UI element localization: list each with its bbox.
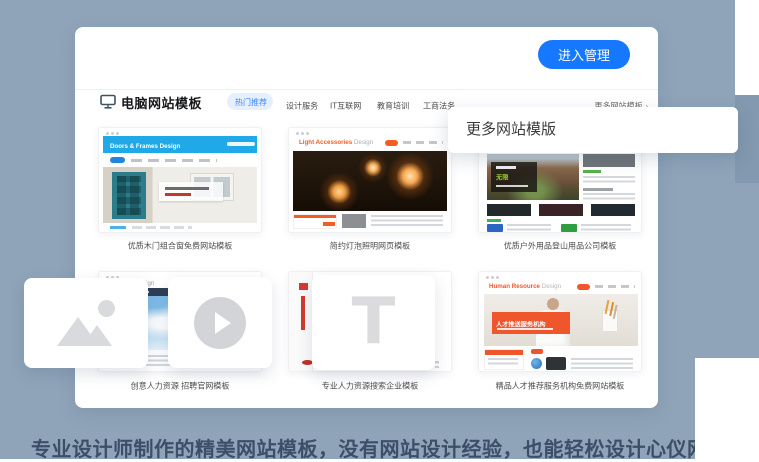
outdoor-gray-heading <box>583 188 613 191</box>
lighting-nav-links-placeholder <box>403 141 443 144</box>
background-corner-top-right <box>735 0 759 95</box>
tab-it-internet[interactable]: IT互联网 <box>330 100 361 111</box>
more-templates-popover[interactable]: 更多网站模版 <box>448 107 738 153</box>
hr-premium-text-lines <box>571 358 633 369</box>
tab-education[interactable]: 教育培训 <box>377 100 409 111</box>
pencil-cup-graphic <box>602 310 618 332</box>
lighting-sidebar-placeholder <box>293 214 337 229</box>
canyon-photo: 无限 <box>487 154 579 200</box>
background-corner-bottom-right <box>695 358 759 459</box>
template-caption: 优质户外用品登山用品公司模板 <box>475 240 645 251</box>
canyon-text-overlay: 无限 <box>491 162 537 192</box>
sun-circle <box>98 300 115 317</box>
hr-search-sidebar <box>289 272 313 372</box>
hr-premium-orange-tab <box>531 349 543 354</box>
lighting-brand-name: Light Accessories <box>299 139 352 146</box>
section-title: 电脑网站模板 <box>121 93 202 112</box>
outdoor-thumbnail-row <box>487 204 635 216</box>
hr-premium-sidebar <box>484 349 524 370</box>
hr-premium-nav-pill <box>577 284 590 290</box>
outdoor-green-label <box>487 219 501 222</box>
header-divider <box>75 89 658 90</box>
lighting-nav-pill <box>385 140 398 146</box>
hr-premium-brand-name: Human Resource <box>489 283 540 290</box>
doors-brand: Doors & Frames Design <box>110 141 180 152</box>
teal-door-graphic <box>112 172 146 219</box>
outdoor-list-thumb-green <box>561 224 577 232</box>
template-caption: 专业人力资源搜索企业模板 <box>285 380 455 391</box>
overlay-text-line <box>496 166 516 169</box>
hr-photo-text-overlay: 人才推送服务机构 <box>492 312 570 334</box>
overlay-highlight-text: 无限 <box>496 172 508 181</box>
lighting-brand-suffix: Design <box>354 139 373 146</box>
video-placeholder-card[interactable] <box>168 277 272 368</box>
overlay-text-line <box>496 185 528 187</box>
doors-nav-links-placeholder <box>131 159 217 162</box>
template-caption: 简约灯泡照明网页模板 <box>285 240 455 251</box>
background-accent-square <box>735 95 759 183</box>
template-card-doors[interactable]: Doors & Frames Design <box>98 127 262 233</box>
hr-premium-nav-links-placeholder <box>595 285 635 288</box>
lightbulb-photo <box>293 151 447 211</box>
doors-photo-text-overlay <box>159 182 223 201</box>
hr-search-red-strip <box>301 296 305 330</box>
enter-management-button[interactable]: 进入管理 <box>538 40 630 69</box>
outdoor-list-thumb-blue <box>487 224 503 232</box>
outdoor-list-text <box>581 224 631 232</box>
outdoor-green-heading <box>583 170 601 173</box>
template-caption: 优质木门组合窗免费网站模板 <box>95 240 265 251</box>
template-card-lighting[interactable]: Light Accessories Design <box>288 127 452 233</box>
window-dots-icon <box>486 276 489 279</box>
image-icon <box>57 300 115 346</box>
doors-photo <box>103 167 257 223</box>
template-caption: 精品人才推荐服务机构免费网站模板 <box>475 380 645 391</box>
popover-label: 更多网站模版 <box>466 107 556 153</box>
outdoor-text-lines <box>583 176 635 185</box>
marketing-headline: 专业设计师制作的精美网站模板，没有网站设计经验，也能轻松设计心仪网站 <box>0 433 759 462</box>
hr-overlay-title: 人才推送服务机构 <box>496 319 546 328</box>
text-placeholder-card[interactable]: T <box>312 275 435 370</box>
template-caption: 创意人力资源 招聘官网模板 <box>95 380 265 391</box>
hr-premium-brand-suffix: Design <box>542 283 561 290</box>
outdoor-list-text <box>507 224 551 232</box>
lighting-brand: Light Accessories Design <box>299 139 373 146</box>
text-icon: T <box>312 275 435 370</box>
hr-search-red-logo <box>299 283 308 290</box>
lighting-text-lines-placeholder <box>371 215 443 227</box>
hr-premium-brand: Human Resource Design <box>489 283 561 290</box>
doors-nav-pill <box>110 157 125 163</box>
play-icon <box>194 297 246 349</box>
tab-design-service[interactable]: 设计服务 <box>286 100 318 111</box>
tab-hot-recommend[interactable]: 热门推荐 <box>227 93 273 110</box>
window-dots-icon <box>296 132 299 135</box>
office-photo: 人才推送服务机构 <box>484 294 638 346</box>
doors-footer-lines <box>110 226 126 229</box>
globe-icon <box>531 358 542 369</box>
image-placeholder-card[interactable] <box>24 278 148 368</box>
lighting-thumb-placeholder <box>342 214 366 228</box>
mountain-shape <box>82 325 112 346</box>
computer-monitor-icon <box>100 94 116 109</box>
template-card-hr-premium[interactable]: Human Resource Design 人才推送服务机构 <box>478 271 642 372</box>
phone-number-placeholder <box>227 142 255 146</box>
hr-premium-thumb <box>546 357 566 370</box>
tab-label: 热门推荐 <box>235 97 267 108</box>
window-dots-icon <box>106 132 109 135</box>
outdoor-article-thumb <box>583 154 635 167</box>
outdoor-text-lines <box>583 193 635 200</box>
